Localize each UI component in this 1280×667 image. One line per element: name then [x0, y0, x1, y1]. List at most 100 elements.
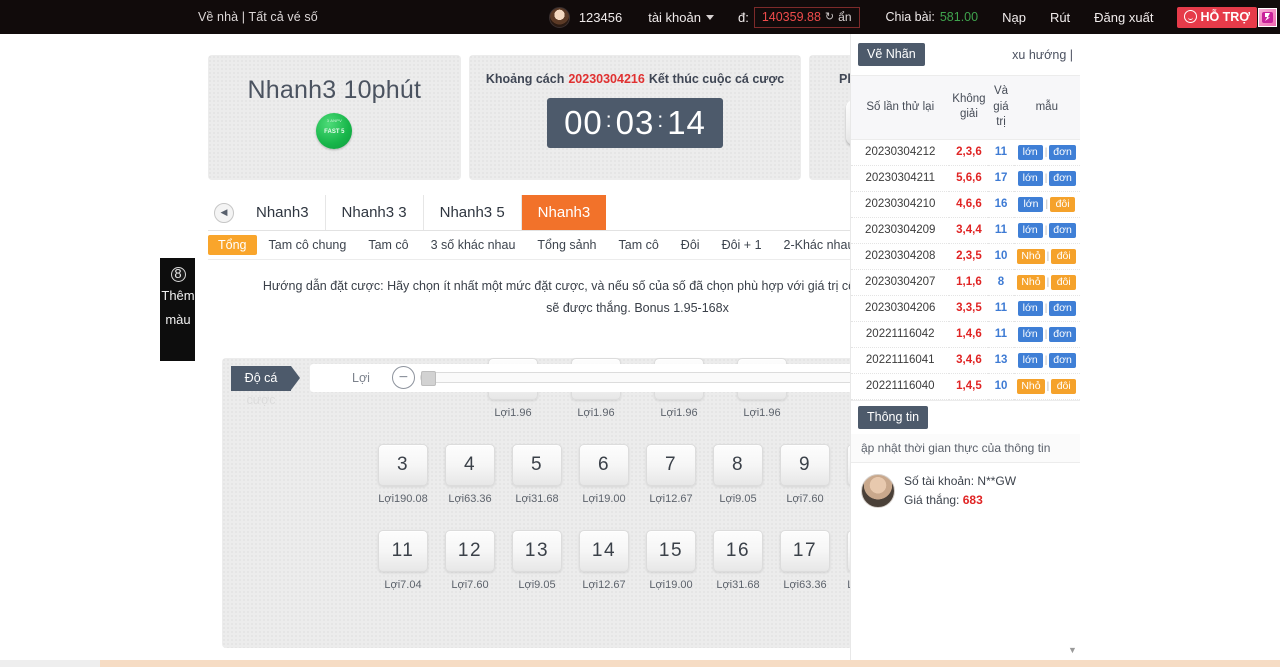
eight-ball-icon: 8: [171, 267, 186, 282]
bet-type-tab-5[interactable]: Tam cô: [609, 235, 669, 255]
table-row[interactable]: 202303042122,3,611lớn|đơn: [851, 139, 1080, 165]
number-bet-r1-button-2[interactable]: 5: [512, 444, 562, 486]
number-bet-r1-odds-3: Lợi19.00: [579, 493, 629, 505]
number-bet-r2-button-2[interactable]: 13: [512, 530, 562, 572]
number-bet-r2-button-5[interactable]: 16: [713, 530, 763, 572]
table-row[interactable]: 202303042104,6,616lớn|đôi: [851, 191, 1080, 217]
number-bet-r2-cell-2: 13Lợi9.05: [512, 530, 562, 591]
game-tab-2[interactable]: Nhanh3 5: [424, 195, 522, 230]
eight-ball-digit: 8: [174, 265, 181, 284]
balance-area: đ: 140359.88 ↻ ẩn: [738, 7, 860, 28]
bet-amount-label: Độ cá: [231, 366, 291, 391]
number-bet-r2-button-6[interactable]: 17: [780, 530, 830, 572]
col-header-line: trị: [996, 115, 1006, 131]
result-issue-id: 20221116041: [851, 347, 949, 373]
bet-amount-label-2: cược: [231, 393, 291, 407]
info-button[interactable]: Thông tin: [858, 406, 928, 429]
countdown-timer: 00 : 03 : 14: [547, 98, 723, 148]
balance-hide-label[interactable]: ẩn: [838, 10, 851, 24]
number-bet-r2-odds-5: Lợi31.68: [713, 579, 763, 591]
logout-button[interactable]: Đăng xuất: [1094, 10, 1153, 25]
headset-icon: [1184, 10, 1197, 23]
number-bet-r1-odds-1: Lợi63.36: [445, 493, 495, 505]
number-bet-r1-cell-0: 3Lợi190.08: [378, 444, 428, 505]
result-numbers: 1,1,6: [949, 269, 988, 295]
number-bet-r2-button-1[interactable]: 12: [445, 530, 495, 572]
game-tab-0[interactable]: Nhanh3: [240, 195, 326, 230]
account-menu[interactable]: tài khoản: [648, 10, 714, 25]
home-links[interactable]: Về nhà | Tất cả vé số: [198, 10, 318, 24]
bet-type-tab-4[interactable]: Tổng sảnh: [527, 235, 606, 255]
result-numbers: 1,4,5: [949, 373, 988, 399]
number-bet-r1-button-1[interactable]: 4: [445, 444, 495, 486]
size-badge: lớn: [1018, 197, 1043, 212]
add-color-vertical-tab[interactable]: 8 Thêm màu: [160, 258, 196, 361]
table-row[interactable]: 202303042071,1,68Nhỏ|đôi: [851, 269, 1080, 295]
game-tab-1[interactable]: Nhanh3 3: [326, 195, 424, 230]
game-tab-3[interactable]: Nhanh3: [522, 195, 607, 230]
size-badge: Nhỏ: [1017, 379, 1044, 394]
result-pattern: lớn|đôi: [1014, 191, 1080, 217]
result-issue-id: 20230304206: [851, 295, 949, 321]
bet-type-tab-0[interactable]: Tổng: [208, 235, 257, 255]
withdraw-button[interactable]: Rút: [1050, 10, 1070, 25]
account-row: Số tài khoản: N**GW: [904, 472, 1016, 492]
countdown-sep-2: :: [657, 109, 664, 133]
results-table-header-row: Số lần thử lạiKhônggiảiVàgiátrịmẫu: [851, 76, 1080, 139]
table-row[interactable]: 202303042115,6,617lớn|đơn: [851, 165, 1080, 191]
support-area[interactable]: HỖ TRỢ: [1177, 7, 1277, 28]
scroll-down-icon[interactable]: ▼: [1067, 644, 1078, 655]
balance-amount: 140359.88: [762, 10, 821, 24]
bet-type-tab-7[interactable]: Đôi + 1: [712, 235, 772, 255]
number-bet-r1-button-3[interactable]: 6: [579, 444, 629, 486]
size-badge: lớn: [1018, 353, 1043, 368]
number-bet-r1-button-5[interactable]: 8: [713, 444, 763, 486]
promo-badge-icon[interactable]: [1258, 8, 1277, 27]
balance-prefix: đ:: [738, 10, 749, 25]
deposit-button[interactable]: Nạp: [1002, 10, 1026, 25]
draw-label-button[interactable]: Vẽ Nhãn: [858, 43, 925, 66]
info-subtitle: ập nhật thời gian thực của thông tin: [851, 434, 1080, 463]
table-row[interactable]: 202303042082,3,510Nhỏ|đôi: [851, 243, 1080, 269]
number-bet-r2-button-4[interactable]: 15: [646, 530, 696, 572]
bet-amount-slider-thumb[interactable]: [421, 371, 436, 386]
number-bet-r2-button-0[interactable]: 11: [378, 530, 428, 572]
results-table: Số lần thử lạiKhônggiảiVàgiátrịmẫu 20230…: [851, 76, 1080, 400]
result-numbers: 2,3,6: [949, 139, 988, 165]
bet-type-tab-2[interactable]: Tam cô: [358, 235, 418, 255]
number-bet-r1-button-0[interactable]: 3: [378, 444, 428, 486]
bet-type-tab-6[interactable]: Đôi: [671, 235, 710, 255]
countdown-card: Khoảng cách20230304216Kết thúc cuộc cá c…: [469, 55, 802, 180]
table-row[interactable]: 202303042093,4,411lớn|đơn: [851, 217, 1080, 243]
table-row[interactable]: 202211160401,4,510Nhỏ|đôi: [851, 373, 1080, 399]
col-header-stack: Số lần thử lại: [853, 100, 947, 116]
number-bet-r2-odds-4: Lợi19.00: [646, 579, 696, 591]
number-bet-r1-button-4[interactable]: 7: [646, 444, 696, 486]
number-bet-r1-cell-2: 5Lợi31.68: [512, 444, 562, 505]
bet-amount-slider-track[interactable]: [420, 372, 921, 383]
bet-type-tab-1[interactable]: Tam cô chung: [259, 235, 357, 255]
refresh-icon[interactable]: ↻: [825, 10, 834, 23]
parity-badge: đôi: [1051, 379, 1076, 394]
col-header-line: Không: [952, 92, 985, 108]
user-info-row: Số tài khoản: N**GW Giá thắng: 683: [851, 463, 1080, 521]
result-numbers: 1,4,6: [949, 321, 988, 347]
result-sum: 17: [988, 165, 1013, 191]
table-row[interactable]: 202211160413,4,613lớn|đơn: [851, 347, 1080, 373]
letter-bet-odds-0: Lợi1.96: [488, 407, 538, 419]
bottom-strip: [0, 660, 1280, 667]
win-price-label: Giá thắng:: [904, 493, 959, 507]
balance-box[interactable]: 140359.88 ↻ ẩn: [754, 7, 860, 28]
number-bet-r1-button-6[interactable]: 9: [780, 444, 830, 486]
chevron-left-icon[interactable]: ◀: [214, 203, 234, 223]
support-button[interactable]: HỖ TRỢ: [1177, 7, 1257, 28]
username-label: 123456: [579, 10, 622, 25]
bet-type-tab-3[interactable]: 3 số khác nhau: [421, 235, 526, 255]
result-sum: 11: [988, 217, 1013, 243]
number-bet-r2-button-3[interactable]: 14: [579, 530, 629, 572]
decrease-button[interactable]: −: [392, 366, 415, 389]
table-row[interactable]: 202211160421,4,611lớn|đơn: [851, 321, 1080, 347]
result-issue-id: 20230304211: [851, 165, 949, 191]
table-row[interactable]: 202303042063,3,511lớn|đơn: [851, 295, 1080, 321]
trend-link[interactable]: xu hướng |: [1012, 48, 1073, 62]
